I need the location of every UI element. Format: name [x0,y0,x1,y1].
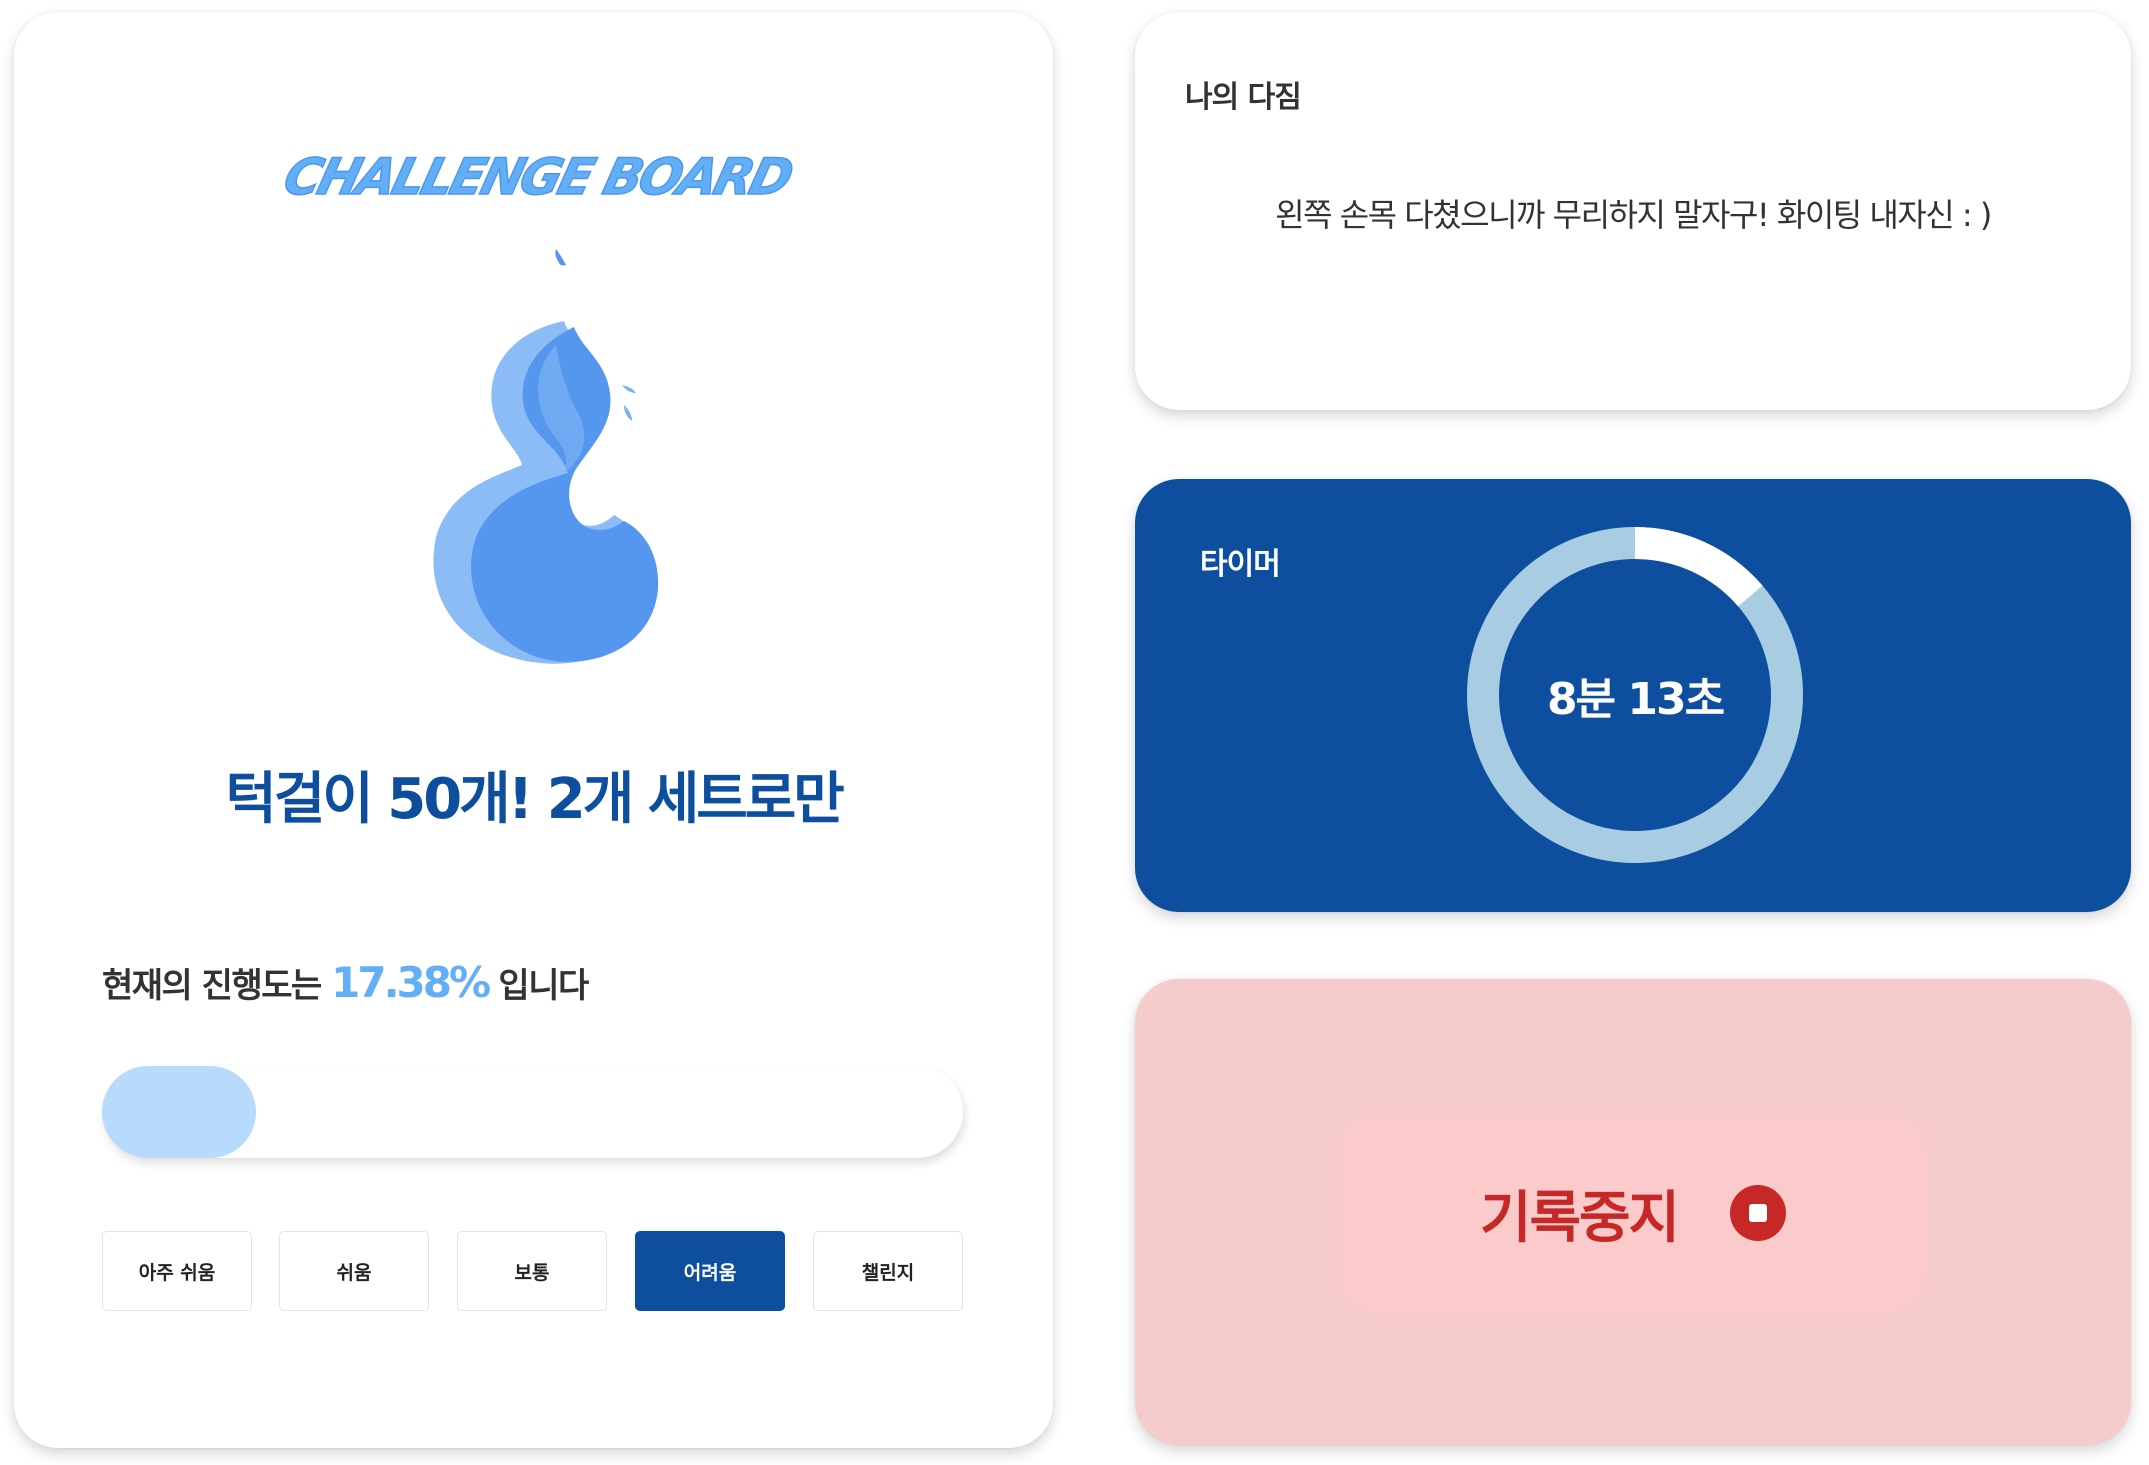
stop-card: 기록중지 [1135,979,2131,1445]
stop-record-label: 기록중지 [1479,1185,1680,1251]
difficulty-easy-button[interactable]: 쉬움 [279,1231,429,1311]
timer-card: 타이머 8분 13초 [1135,479,2131,912]
flame-icon [433,249,659,664]
challenge-board-logo: CHALLENGE BOARD [14,130,1053,220]
difficulty-normal-button[interactable]: 보통 [457,1231,607,1311]
progress-suffix: 입니다 [498,966,589,1006]
pledge-title: 나의 다짐 [1185,80,1302,115]
progress-bar-fill [102,1066,256,1158]
stop-record-button[interactable]: 기록중지 [1338,1113,1928,1313]
difficulty-hard-button[interactable]: 어려움 [635,1231,785,1311]
progress-bar [102,1066,963,1158]
stop-icon [1730,1185,1787,1241]
difficulty-very-easy-button[interactable]: 아주 쉬움 [102,1231,252,1311]
progress-prefix: 현재의 진행도는 [102,966,322,1006]
difficulty-selector: 아주 쉬움 쉬움 보통 어려움 챌린지 [102,1231,963,1311]
pledge-card: 나의 다짐 왼쪽 손목 다쳤으니까 무리하지 말자구! 화이팅 내자신 : ) [1135,12,2131,410]
progress-text: 현재의 진행도는 17.38% 입니다 [102,958,589,1007]
progress-percent: 17.38% [331,958,491,1007]
difficulty-challenge-button[interactable]: 챌린지 [813,1231,963,1311]
timer-title: 타이머 [1200,547,1281,582]
pledge-text: 왼쪽 손목 다쳤으니까 무리하지 말자구! 화이팅 내자신 : ) [1275,196,1992,234]
timer-value: 8분 13초 [1546,674,1725,725]
logo-graphic: CHALLENGE BOARD [277,147,798,207]
svg-text:CHALLENGE BOARD: CHALLENGE BOARD [278,148,794,206]
challenge-card: CHALLENGE BOARD 턱걸이 50개! 2개 세트로만 현재의 진행도… [14,12,1053,1448]
challenge-title: 턱걸이 50개! 2개 세트로만 [225,767,845,832]
